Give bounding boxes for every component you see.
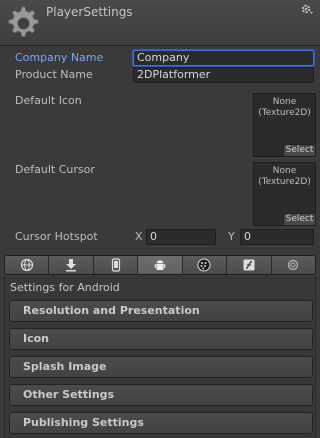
default-cursor-type-text: (Texture2D) (258, 177, 311, 187)
flash-icon (243, 259, 255, 271)
android-icon (154, 260, 166, 270)
default-icon-select-button[interactable]: Select (283, 144, 315, 156)
cursor-hotspot-label: Cursor Hotspot (15, 230, 98, 243)
section-icon[interactable]: Icon (9, 328, 313, 350)
tab-flash[interactable] (227, 256, 272, 274)
company-name-label: Company Name (15, 51, 104, 64)
page-title: PlayerSettings (46, 5, 133, 19)
tab-other[interactable] (271, 256, 315, 274)
inspector-header: PlayerSettings (0, 0, 320, 46)
standalone-download-icon (66, 259, 77, 272)
blackberry-icon (197, 258, 211, 272)
product-name-row: Product Name 2DPlatformer (0, 67, 320, 83)
default-cursor-none-text: None (272, 166, 297, 176)
section-resolution-presentation[interactable]: Resolution and Presentation (9, 300, 313, 322)
tab-ios[interactable] (93, 256, 139, 274)
platform-tabs (4, 255, 316, 275)
section-splash-image[interactable]: Splash Image (9, 356, 313, 378)
hotspot-y-field[interactable]: 0 (240, 229, 314, 245)
settings-gear-icon[interactable] (300, 3, 314, 17)
platform-settings-title: Settings for Android (10, 281, 120, 294)
default-icon-type-text: (Texture2D) (258, 108, 311, 118)
web-globe-icon (20, 258, 33, 272)
section-label: Resolution and Presentation (23, 304, 200, 317)
section-label: Publishing Settings (23, 416, 144, 429)
section-label: Splash Image (23, 360, 107, 373)
default-cursor-label: Default Cursor (15, 163, 95, 176)
default-icon-label: Default Icon (15, 94, 82, 107)
default-cursor-texture-field[interactable]: None (Texture2D) Select (253, 162, 316, 226)
default-icon-texture-field[interactable]: None (Texture2D) Select (253, 93, 316, 157)
tab-blackberry[interactable] (182, 256, 228, 274)
section-label: Icon (23, 332, 50, 345)
company-name-field[interactable]: Company (133, 50, 314, 66)
other-platform-icon (288, 259, 299, 271)
default-icon-none-text: None (272, 97, 297, 107)
hotspot-x-label: X (135, 230, 143, 243)
section-publishing-settings[interactable]: Publishing Settings (9, 412, 313, 434)
section-label: Other Settings (23, 388, 115, 401)
company-name-row: Company Name Company (0, 50, 320, 66)
tab-standalone[interactable] (49, 256, 94, 274)
player-settings-gear-icon (8, 6, 39, 37)
platform-settings-panel: Settings for Android Resolution and Pres… (4, 276, 316, 438)
product-name-label: Product Name (15, 68, 93, 81)
tab-android[interactable] (138, 256, 183, 274)
default-cursor-select-button[interactable]: Select (283, 213, 315, 225)
tab-web[interactable] (5, 256, 50, 274)
section-other-settings[interactable]: Other Settings (9, 384, 313, 406)
default-cursor-row: Default Cursor None (Texture2D) Select (0, 162, 320, 228)
hotspot-x-field[interactable]: 0 (146, 229, 216, 245)
ios-device-icon (111, 258, 120, 272)
cursor-hotspot-row: Cursor Hotspot X 0 Y 0 (0, 229, 320, 245)
product-name-field[interactable]: 2DPlatformer (133, 67, 314, 83)
hotspot-y-label: Y (228, 230, 235, 243)
default-icon-row: Default Icon None (Texture2D) Select (0, 93, 320, 159)
